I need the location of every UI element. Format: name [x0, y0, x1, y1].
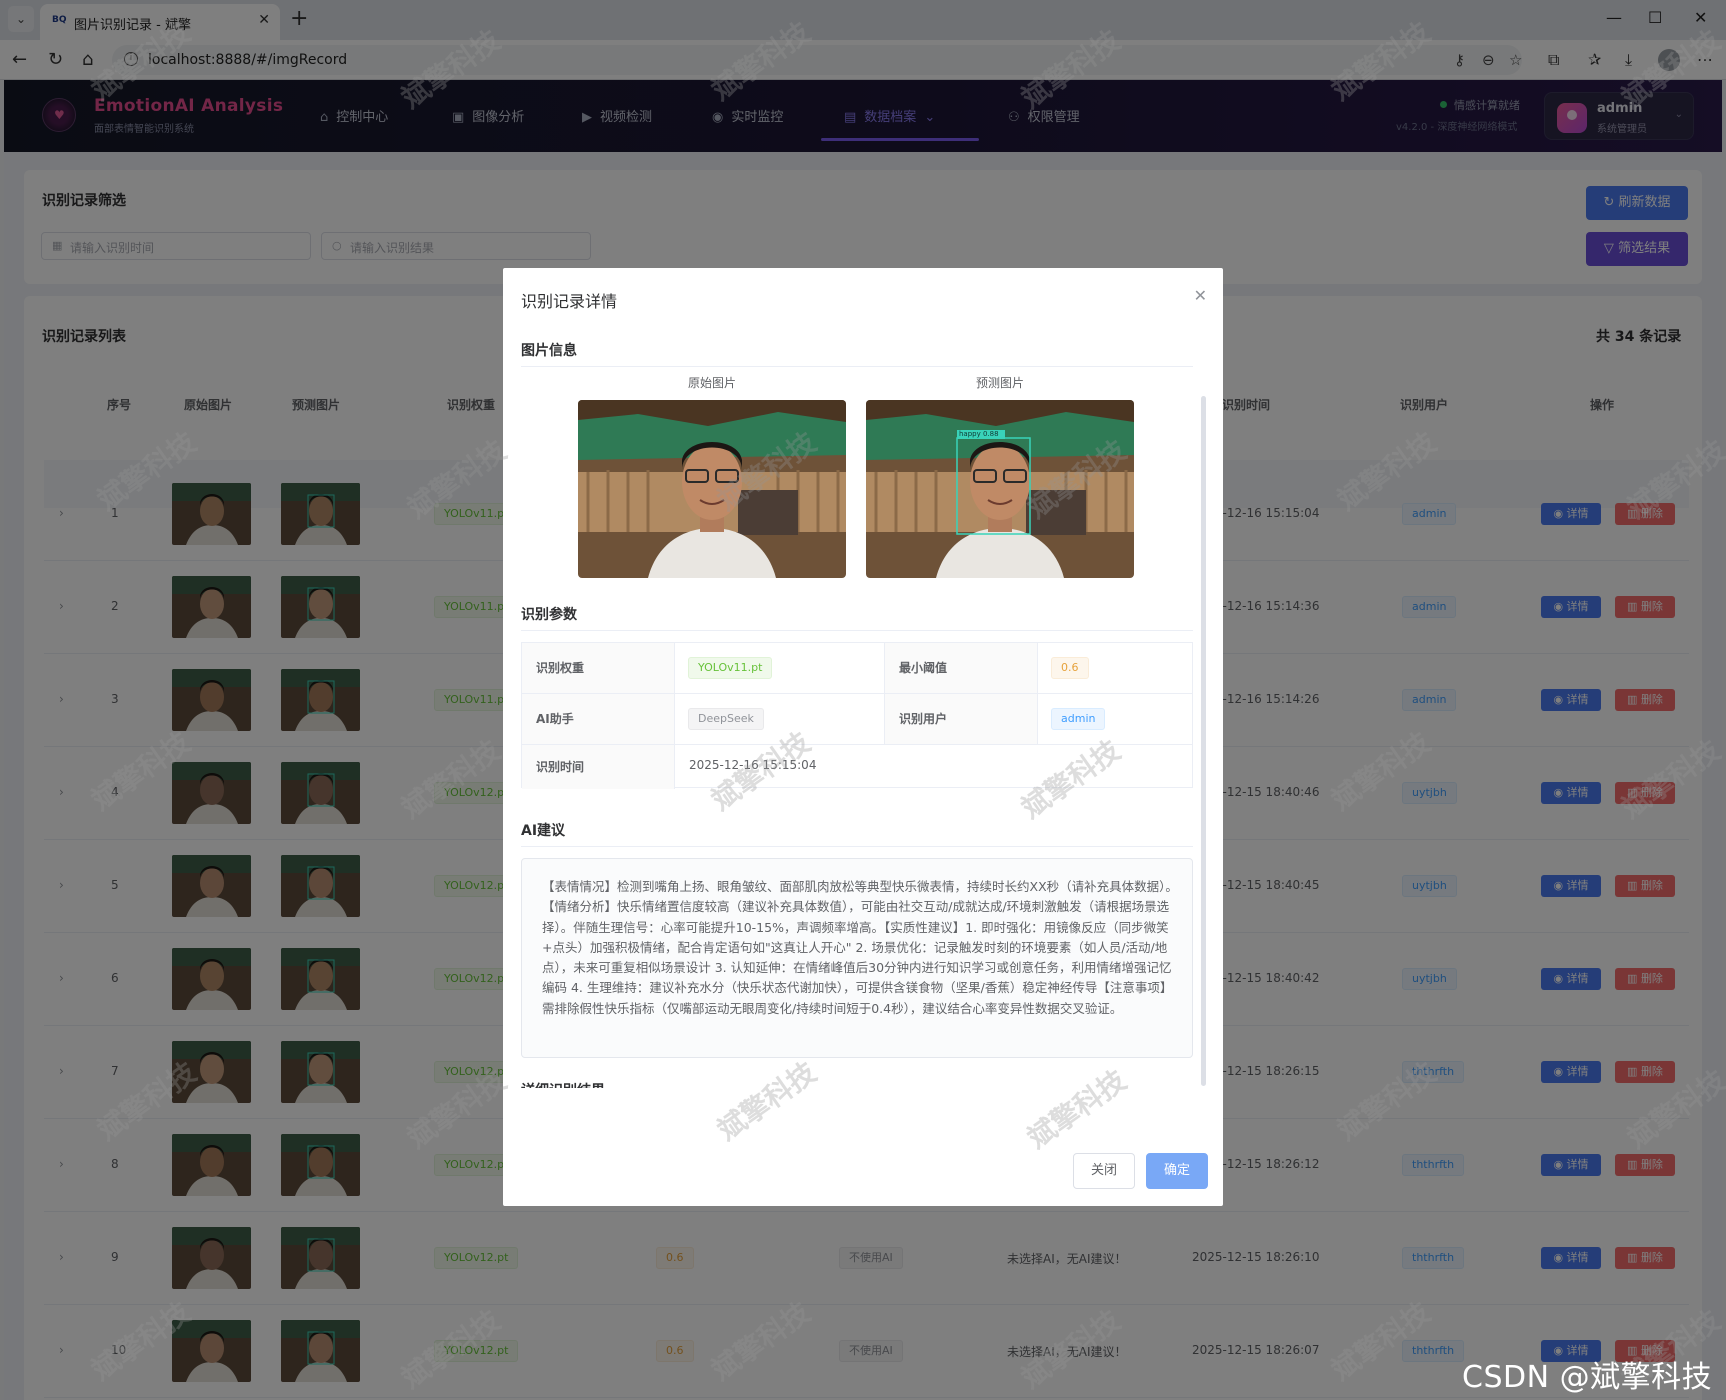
ai-advice-box: 【表情情况】检测到嘴角上扬、眼角皱纹、面部肌肉放松等典型快乐微表情，持续时长约X… [521, 858, 1193, 1058]
param-time-label: 识别时间 [522, 745, 675, 789]
params-section-title: 识别参数 [521, 607, 577, 623]
ai-advice-text: 【表情情况】检测到嘴角上扬、眼角皱纹、面部肌肉放松等典型快乐微表情，持续时长约X… [542, 879, 1178, 1016]
param-weight-label: 识别权重 [522, 643, 675, 694]
section-divider [521, 846, 1193, 847]
params-table: 识别权重 YOLOv11.pt 最小阈值 0.6 AI助手 DeepSeek 识… [521, 642, 1193, 789]
predicted-caption: 预测图片 [976, 376, 1025, 390]
original-image[interactable] [578, 400, 846, 578]
param-weight-value: YOLOv11.pt [675, 643, 885, 694]
dialog-title: 识别记录详情 [521, 292, 618, 311]
param-time-value: 2025-12-16 15:15:04 [689, 758, 817, 772]
image-section-title: 图片信息 [521, 343, 577, 359]
dialog-body[interactable]: 图片信息 原始图片 预测图片 happy 0.88 识别参数 识别权重 YOLO… [503, 328, 1223, 1088]
detail-section-title: 详细识别结果 [521, 1080, 605, 1088]
original-caption: 原始图片 [688, 376, 737, 390]
predicted-image[interactable]: happy 0.88 [866, 400, 1134, 578]
param-user-value: admin [1038, 694, 1193, 745]
close-button[interactable]: 关闭 [1073, 1153, 1135, 1189]
param-conf-label: 最小阈值 [885, 643, 1038, 694]
csdn-credit: CSDN @斌擎科技 [1462, 1360, 1713, 1395]
param-ai-value: DeepSeek [675, 694, 885, 745]
section-divider [521, 630, 1193, 631]
detection-box-label: happy 0.88 [959, 430, 999, 438]
original-photo-drawing [578, 400, 846, 578]
param-ai-label: AI助手 [522, 694, 675, 745]
dialog-close-icon[interactable]: ✕ [1194, 286, 1207, 305]
param-user-label: 识别用户 [885, 694, 1038, 745]
record-detail-dialog: 识别记录详情 ✕ 图片信息 原始图片 预测图片 happy 0.88 识别参数 … [503, 268, 1223, 1206]
section-divider [521, 366, 1193, 367]
predicted-photo-drawing [866, 400, 1134, 578]
dialog-scrollbar[interactable] [1201, 396, 1206, 1086]
ai-section-title: AI建议 [521, 823, 566, 839]
confirm-button[interactable]: 确定 [1146, 1153, 1208, 1189]
param-conf-value: 0.6 [1038, 643, 1193, 694]
